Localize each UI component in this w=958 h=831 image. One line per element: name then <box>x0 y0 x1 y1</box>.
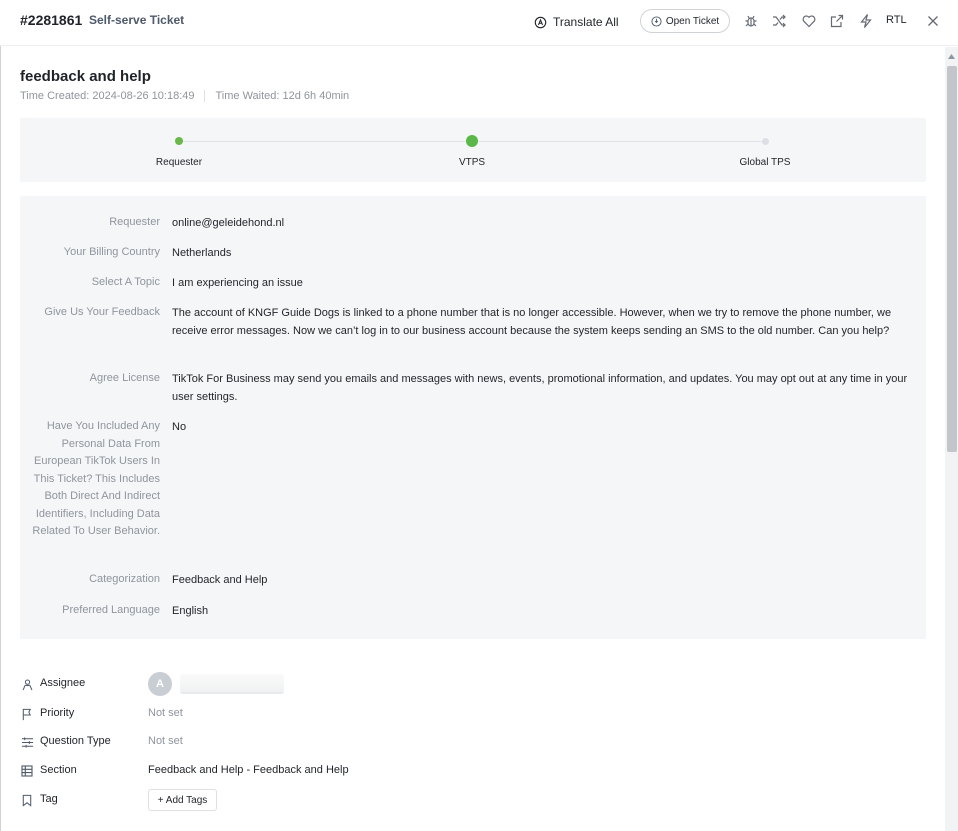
field-row-feedback: Give Us Your Feedback The account of KNG… <box>20 304 926 337</box>
progress-line <box>472 141 766 142</box>
heart-icon[interactable] <box>800 12 818 30</box>
shuffle-icon[interactable] <box>770 12 788 30</box>
field-row-requester: Requester online@geleidehond.nl <box>20 214 926 232</box>
field-label: Your Billing Country <box>63 246 160 258</box>
flag-icon <box>20 707 34 721</box>
person-icon <box>20 677 34 691</box>
field-value: TikTok For Business may send you emails … <box>172 373 908 403</box>
property-label: Section <box>40 764 77 776</box>
close-icon[interactable] <box>924 12 942 30</box>
ticket-type: Self-serve Ticket <box>89 13 185 27</box>
field-label: Agree License <box>89 372 160 384</box>
ticket-id: #2281861 <box>20 12 83 28</box>
property-label: Tag <box>40 793 58 805</box>
field-label: Categorization <box>89 573 160 585</box>
field-value: online@geleidehond.nl <box>172 217 285 229</box>
translate-all-label: Translate All <box>553 15 619 29</box>
lightning-icon[interactable] <box>857 12 875 30</box>
progress-step-vtps-dot <box>466 135 478 147</box>
field-row-billing-country: Your Billing Country Netherlands <box>20 244 926 262</box>
field-row-categorization: Categorization Feedback and Help <box>20 571 926 589</box>
open-ticket-button[interactable]: Open Ticket <box>640 9 730 33</box>
meta-divider <box>204 90 206 102</box>
field-row-topic: Select A Topic I am experiencing an issu… <box>20 274 926 292</box>
translate-all-button[interactable]: Translate All <box>534 12 619 32</box>
ticket-meta: Time Created: 2024-08-26 10:18:49 Time W… <box>20 90 349 102</box>
field-label: Select A Topic <box>91 276 160 288</box>
grid-icon <box>20 764 34 778</box>
open-ticket-label: Open Ticket <box>665 15 720 27</box>
field-row-agree-license: Agree License TikTok For Business may se… <box>20 370 926 403</box>
progress-step-label: Global TPS <box>739 157 791 168</box>
scrollbar-thumb[interactable] <box>947 66 957 452</box>
field-label: Requester <box>109 216 160 228</box>
panel-border <box>0 46 1 831</box>
property-label: Priority <box>40 707 75 719</box>
bug-icon[interactable] <box>742 12 760 30</box>
bookmark-icon <box>20 793 34 807</box>
translate-icon <box>534 16 547 28</box>
open-ticket-icon <box>651 15 662 27</box>
field-label: Preferred Language <box>62 604 160 616</box>
ticket-fields: Requester online@geleidehond.nl Your Bil… <box>20 196 926 639</box>
ticket-progress: Requester VTPS Global TPS <box>20 118 926 182</box>
progress-line <box>179 141 472 142</box>
priority-value[interactable]: Not set <box>148 707 183 719</box>
external-link-icon[interactable] <box>828 12 846 30</box>
progress-step-label: Requester <box>155 157 203 168</box>
avatar[interactable]: A <box>148 672 172 696</box>
field-value: No <box>172 421 187 433</box>
field-label: Have You Included Any Personal Data From… <box>32 420 160 537</box>
field-label: Give Us Your Feedback <box>44 306 160 318</box>
property-label: Assignee <box>40 677 86 689</box>
property-label: Question Type <box>40 735 111 747</box>
time-waited: Time Waited: 12d 6h 40min <box>215 90 350 102</box>
field-row-personal-data: Have You Included Any Personal Data From… <box>20 418 926 541</box>
progress-step-label: VTPS <box>458 157 486 168</box>
add-tags-button[interactable]: + Add Tags <box>148 789 217 811</box>
assignee-name-redacted[interactable] <box>180 674 284 694</box>
time-created: Time Created: 2024-08-26 10:18:49 <box>20 90 195 102</box>
field-value: I am experiencing an issue <box>172 277 303 289</box>
field-value: Netherlands <box>172 247 232 259</box>
question-type-value[interactable]: Not set <box>148 735 183 747</box>
rtl-toggle[interactable]: RTL <box>886 14 907 26</box>
sliders-icon <box>20 735 34 749</box>
field-row-language: Preferred Language English <box>20 602 926 620</box>
field-value: The account of KNGF Guide Dogs is linked… <box>172 307 892 337</box>
progress-step-global-tps-dot <box>762 138 769 145</box>
section-value[interactable]: Feedback and Help - Feedback and Help <box>148 764 349 776</box>
ticket-title: feedback and help <box>20 68 151 85</box>
progress-step-requester-dot <box>175 137 183 145</box>
field-value: Feedback and Help <box>172 574 268 586</box>
ticket-header: #2281861 Self-serve Ticket Translate All… <box>0 0 958 46</box>
field-value: English <box>172 605 209 617</box>
scroll-up-arrow[interactable] <box>945 50 958 62</box>
